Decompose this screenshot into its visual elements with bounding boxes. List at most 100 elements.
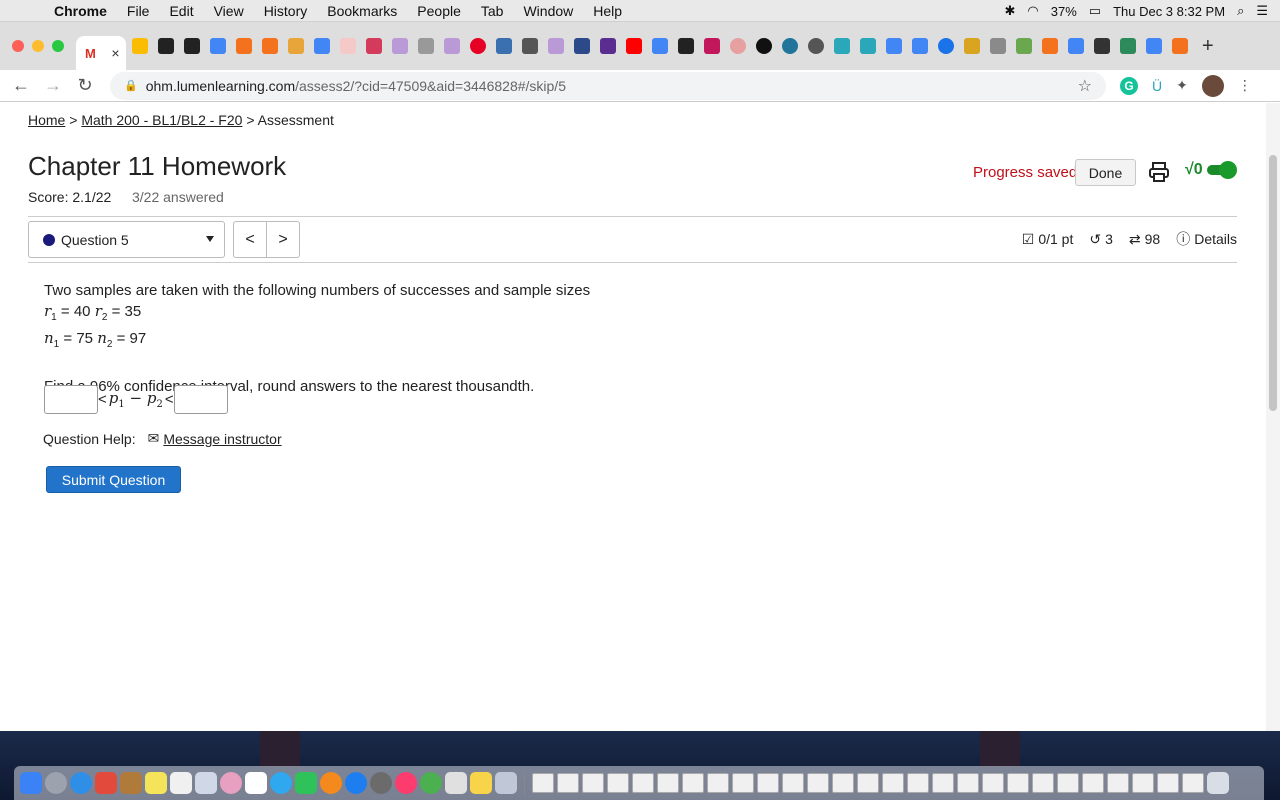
- menu-help[interactable]: Help: [593, 3, 622, 19]
- upper-bound-input[interactable]: [173, 385, 228, 414]
- tab[interactable]: [596, 33, 620, 59]
- tab[interactable]: [934, 33, 958, 59]
- document-icon[interactable]: [732, 773, 754, 793]
- previous-question-button[interactable]: <: [233, 221, 267, 258]
- document-icon[interactable]: [682, 773, 704, 793]
- lower-bound-input[interactable]: [44, 385, 98, 414]
- tab-active[interactable]: M ×: [76, 36, 126, 70]
- document-icon[interactable]: [932, 773, 954, 793]
- menu-edit[interactable]: Edit: [169, 3, 193, 19]
- trash-icon[interactable]: [1207, 772, 1229, 794]
- tab[interactable]: [856, 33, 880, 59]
- document-icon[interactable]: [632, 773, 654, 793]
- tab[interactable]: [882, 33, 906, 59]
- tab[interactable]: [1116, 33, 1140, 59]
- tab[interactable]: [570, 33, 594, 59]
- document-icon[interactable]: [1007, 773, 1029, 793]
- contacts-icon[interactable]: [120, 772, 142, 794]
- facetime-icon[interactable]: [295, 772, 317, 794]
- tab[interactable]: [1168, 33, 1192, 59]
- tab[interactable]: [180, 33, 204, 59]
- document-icon[interactable]: [707, 773, 729, 793]
- menu-window[interactable]: Window: [523, 3, 573, 19]
- tab[interactable]: [1090, 33, 1114, 59]
- menu-tab[interactable]: Tab: [481, 3, 504, 19]
- next-question-button[interactable]: >: [266, 221, 300, 258]
- toggle-switch[interactable]: [1206, 161, 1237, 179]
- page-scrollbar[interactable]: [1266, 103, 1280, 731]
- chrome-menu-icon[interactable]: ⋮: [1238, 77, 1252, 94]
- breadcrumb-home-link[interactable]: Home: [28, 112, 65, 128]
- tab[interactable]: [648, 33, 672, 59]
- submit-question-button[interactable]: Submit Question: [46, 466, 181, 493]
- maps-icon[interactable]: [195, 772, 217, 794]
- lock-icon[interactable]: 🔒: [124, 79, 138, 92]
- safari-icon[interactable]: [70, 772, 92, 794]
- clock[interactable]: Thu Dec 3 8:32 PM: [1113, 4, 1225, 19]
- new-tab-button[interactable]: +: [1202, 35, 1214, 58]
- question-selector[interactable]: Question 5: [28, 221, 225, 258]
- extension-icon[interactable]: Ü: [1152, 78, 1162, 94]
- breadcrumb-course-link[interactable]: Math 200 - BL1/BL2 - F20: [81, 112, 242, 128]
- document-icon[interactable]: [657, 773, 679, 793]
- tab[interactable]: [336, 33, 360, 59]
- document-icon[interactable]: [582, 773, 604, 793]
- tab[interactable]: [232, 33, 256, 59]
- app-store-icon[interactable]: [345, 772, 367, 794]
- document-icon[interactable]: [1182, 773, 1204, 793]
- tab[interactable]: [1064, 33, 1088, 59]
- tab[interactable]: [622, 33, 646, 59]
- document-icon[interactable]: [982, 773, 1004, 793]
- grammarly-extension-icon[interactable]: G: [1120, 76, 1138, 95]
- mail-app-icon[interactable]: [95, 772, 117, 794]
- tab[interactable]: [362, 33, 386, 59]
- details-link[interactable]: Details: [1194, 231, 1237, 247]
- close-window-button[interactable]: [12, 40, 24, 52]
- forward-arrow-icon[interactable]: →: [42, 75, 64, 96]
- tab[interactable]: [908, 33, 932, 59]
- tab[interactable]: [440, 33, 464, 59]
- menu-bookmarks[interactable]: Bookmarks: [327, 3, 397, 19]
- notes-icon[interactable]: [145, 772, 167, 794]
- document-icon[interactable]: [557, 773, 579, 793]
- calendar-icon[interactable]: [245, 772, 267, 794]
- tab[interactable]: [674, 33, 698, 59]
- tab[interactable]: [1038, 33, 1062, 59]
- app-icon[interactable]: [445, 772, 467, 794]
- tab[interactable]: [258, 33, 282, 59]
- battery-icon[interactable]: ▭: [1089, 3, 1101, 19]
- document-icon[interactable]: [857, 773, 879, 793]
- extensions-puzzle-icon[interactable]: ✦: [1176, 77, 1188, 94]
- scrollbar-thumb[interactable]: [1269, 155, 1277, 411]
- menu-file[interactable]: File: [127, 3, 150, 19]
- finder-icon[interactable]: [20, 772, 42, 794]
- bluetooth-icon[interactable]: ✱: [1004, 3, 1015, 19]
- document-icon[interactable]: [1057, 773, 1079, 793]
- tab[interactable]: [986, 33, 1010, 59]
- minimize-window-button[interactable]: [32, 40, 44, 52]
- tab[interactable]: [388, 33, 412, 59]
- document-icon[interactable]: [832, 773, 854, 793]
- tab[interactable]: [284, 33, 308, 59]
- document-icon[interactable]: [807, 773, 829, 793]
- message-instructor-link[interactable]: ✉ Message instructor: [148, 430, 282, 447]
- tab[interactable]: [518, 33, 542, 59]
- app-icon[interactable]: [495, 772, 517, 794]
- tab[interactable]: [960, 33, 984, 59]
- zoom-window-button[interactable]: [52, 40, 64, 52]
- document-icon[interactable]: [882, 773, 904, 793]
- document-icon[interactable]: [1107, 773, 1129, 793]
- tab[interactable]: [154, 33, 178, 59]
- tab[interactable]: [466, 33, 490, 59]
- tab[interactable]: [128, 33, 152, 59]
- done-button[interactable]: Done: [1075, 159, 1136, 186]
- document-icon[interactable]: [757, 773, 779, 793]
- info-icon[interactable]: ⓘ: [1176, 229, 1190, 249]
- stickies-icon[interactable]: [470, 772, 492, 794]
- document-icon[interactable]: [782, 773, 804, 793]
- chrome-icon[interactable]: [420, 772, 442, 794]
- books-icon[interactable]: [320, 772, 342, 794]
- menu-history[interactable]: History: [264, 3, 308, 19]
- reload-icon[interactable]: ↻: [74, 75, 96, 96]
- spotlight-search-icon[interactable]: ⌕: [1237, 3, 1244, 19]
